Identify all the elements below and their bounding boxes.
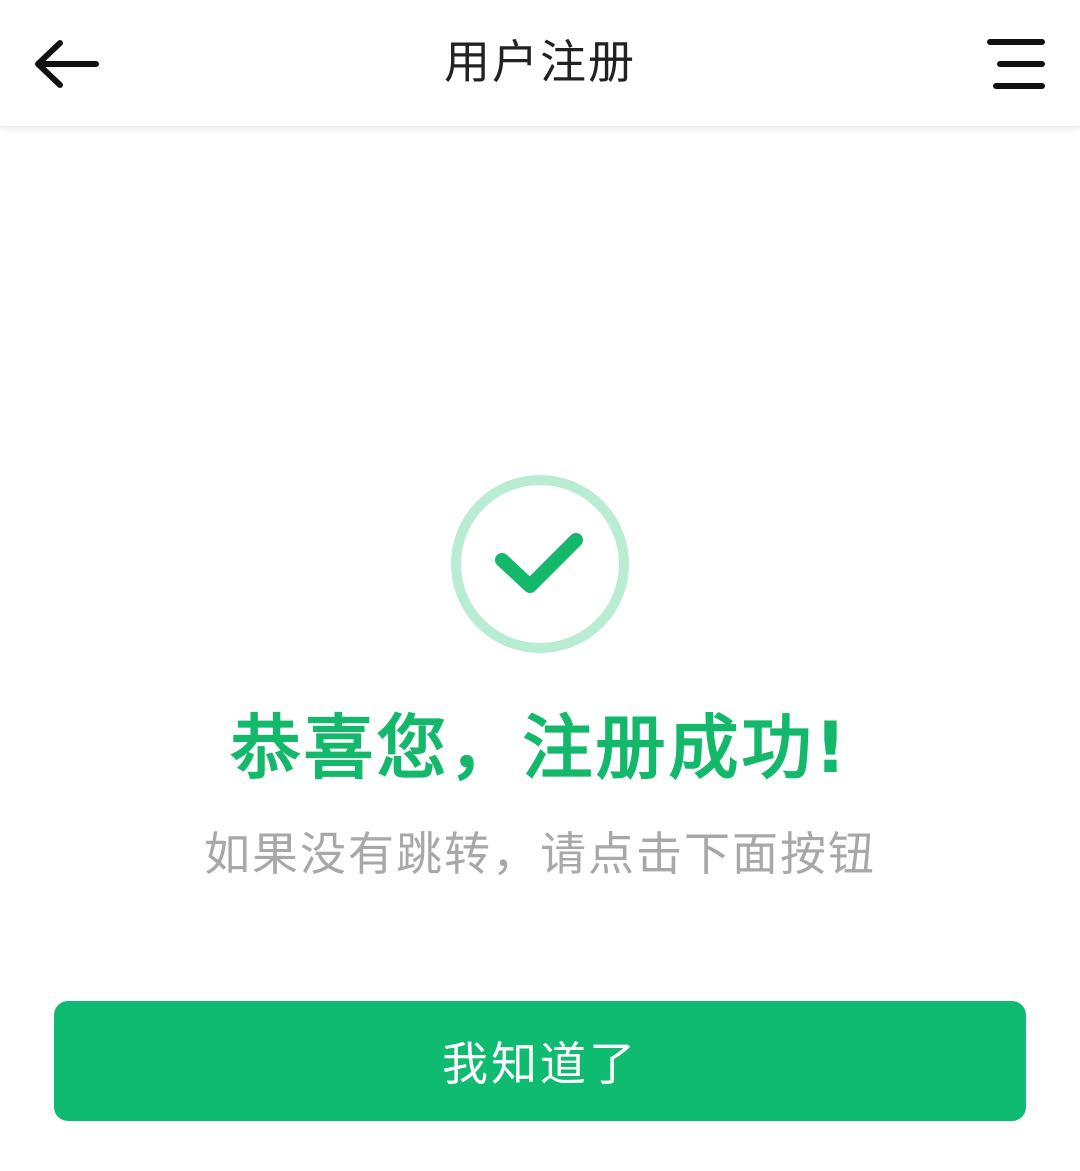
confirm-button[interactable]: 我知道了	[54, 1001, 1026, 1121]
page: 用户注册 恭喜您，注册成功! 如果没有跳转，请点击下面按钮 我知道了	[0, 0, 1080, 1171]
menu-icon	[987, 39, 1045, 89]
success-headline: 恭喜您，注册成功!	[230, 707, 850, 789]
menu-button[interactable]	[976, 24, 1056, 104]
page-title: 用户注册	[444, 35, 636, 89]
header-bar: 用户注册	[0, 0, 1080, 127]
redirect-hint: 如果没有跳转，请点击下面按钮	[204, 827, 876, 881]
check-circle-icon	[451, 475, 629, 653]
